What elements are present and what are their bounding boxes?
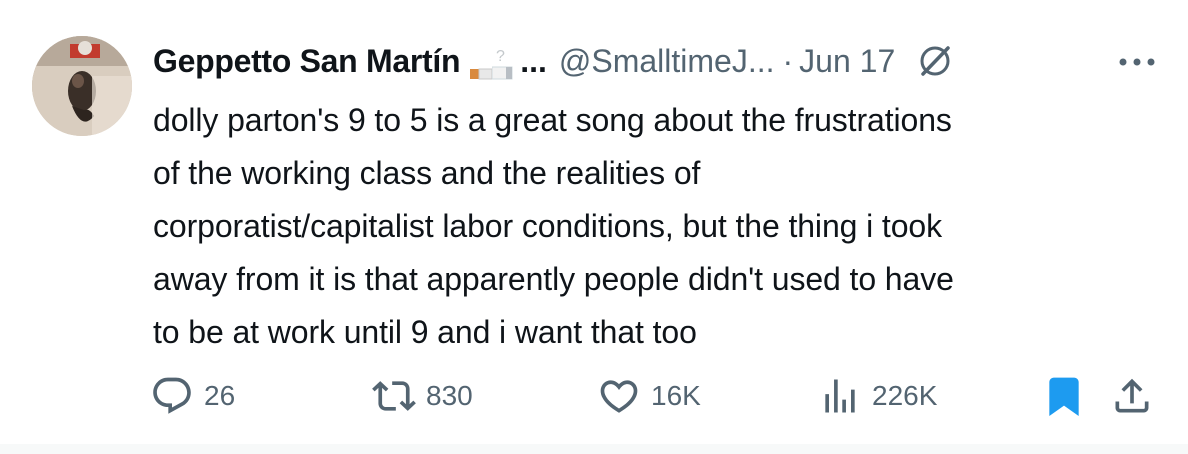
tweet-card[interactable]: Geppetto San Martín ? ... @SmalltimeJ...… <box>0 0 1188 445</box>
author-display-name[interactable]: Geppetto San Martín <box>153 43 461 80</box>
tweet-text-line: away from it is that apparently people d… <box>153 261 954 297</box>
share-upload-icon <box>1115 378 1149 413</box>
question-mark-icon: ? <box>492 48 513 80</box>
svg-text:?: ? <box>496 48 505 65</box>
share-button[interactable] <box>1110 372 1154 420</box>
tweet-text-line: corporatist/capitalist labor conditions,… <box>153 208 943 244</box>
heart-icon <box>600 380 638 413</box>
tweet-text-line: of the working class and the realities o… <box>153 155 701 191</box>
bookmark-filled-icon <box>1049 377 1079 417</box>
tweet-text-line: dolly parton's 9 to 5 is a great song ab… <box>153 102 952 138</box>
grok-icon[interactable] <box>917 43 953 79</box>
views-count: 226K <box>872 380 938 411</box>
author-avatar[interactable] <box>32 36 132 136</box>
name-emoji-icons: ? <box>470 41 516 81</box>
reply-count: 26 <box>204 380 236 411</box>
tweet-actions: 26 830 16K 226K <box>150 372 1160 420</box>
like-count: 16K <box>651 380 701 411</box>
cigarette-icon <box>470 68 493 80</box>
tweet-date[interactable]: Jun 17 <box>799 43 895 80</box>
repost-arrows-icon <box>372 381 416 411</box>
tweet-text-line: to be at work until 9 and i want that to… <box>153 314 697 350</box>
reply-button[interactable]: 26 <box>150 372 235 420</box>
header-separator: · <box>782 42 794 79</box>
views-button[interactable]: 226K <box>818 372 937 420</box>
name-ellipsis: ... <box>520 42 547 79</box>
repost-button[interactable]: 830 <box>372 372 473 420</box>
views-bars-icon <box>825 379 855 413</box>
like-button[interactable]: 16K <box>597 372 701 420</box>
repost-count: 830 <box>426 380 473 411</box>
tweet-text: dolly parton's 9 to 5 is a great song ab… <box>153 94 1163 359</box>
avatar-photo <box>32 36 132 136</box>
author-handle[interactable]: @SmalltimeJ... <box>559 43 775 80</box>
timeline-divider <box>0 444 1188 454</box>
reply-bubble-icon <box>153 377 191 414</box>
tweet-header: Geppetto San Martín ? ... @SmalltimeJ...… <box>153 38 953 84</box>
more-dots-icon[interactable] <box>1113 48 1161 76</box>
bookmark-button[interactable] <box>1042 372 1086 420</box>
